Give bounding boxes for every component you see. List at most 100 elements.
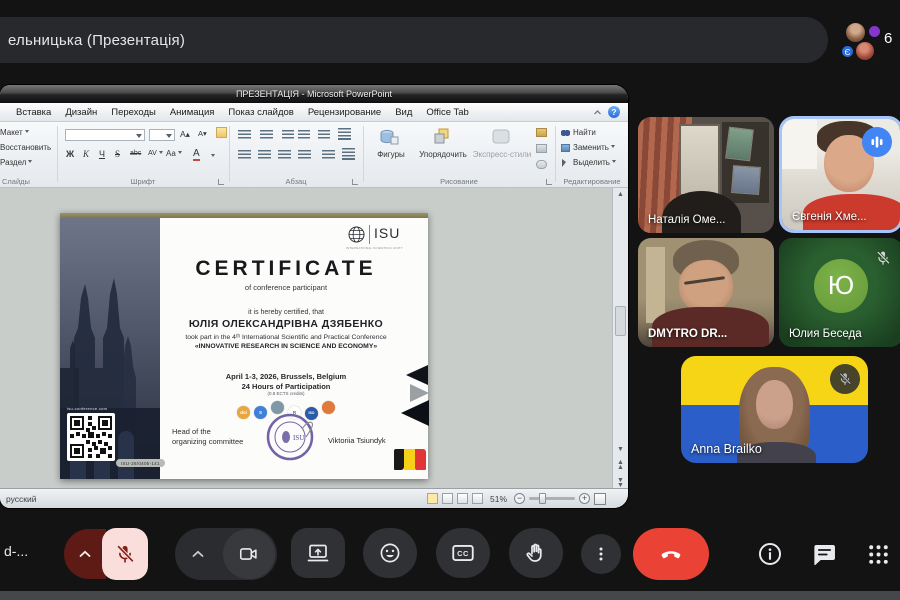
fit-to-window-icon[interactable]: [594, 493, 606, 505]
replace-button[interactable]: Заменить: [573, 143, 615, 152]
badge-doi: doi: [237, 406, 250, 419]
tile-anna[interactable]: Anna Brailko: [681, 356, 868, 463]
scrollbar-thumb[interactable]: [615, 306, 626, 336]
mic-muted-icon: [830, 364, 860, 394]
font-color-dropdown[interactable]: [211, 154, 215, 159]
font-dialog-launcher[interactable]: [218, 179, 224, 185]
mic-mute-button[interactable]: [102, 528, 148, 580]
tab-pokaz-slaydov[interactable]: Показ слайдов: [228, 107, 293, 118]
font-color-button[interactable]: A: [193, 148, 200, 161]
speaking-indicator-icon: [862, 127, 892, 157]
chat-button[interactable]: [811, 541, 838, 573]
hours-line: 24 Hours of Participation: [160, 382, 412, 391]
certificate-slide[interactable]: isu-conference.com ISU: [60, 213, 428, 479]
shared-screen-powerpoint[interactable]: ПРЕЗЕНТАЦІЯ - Microsoft PowerPoint Встав…: [0, 85, 628, 508]
align-left-icon[interactable]: [238, 150, 251, 160]
text-direction-icon[interactable]: [338, 128, 351, 141]
reset-button[interactable]: Восстановить: [0, 143, 51, 152]
certificate-id: ISU-26/0405-141: [116, 459, 165, 467]
next-slide-icon[interactable]: ▼▼: [614, 478, 627, 488]
paragraph-dialog-launcher[interactable]: [352, 179, 358, 185]
align-center-icon[interactable]: [258, 150, 271, 160]
reading-view-button[interactable]: [457, 493, 468, 504]
tab-perekhody[interactable]: Переходы: [111, 107, 156, 118]
recipient-name: ЮЛІЯ ОЛЕКСАНДРІВНА ДЗЯБЕНКО: [160, 318, 412, 330]
strikethrough-button[interactable]: S: [115, 149, 120, 159]
italic-button[interactable]: К: [83, 149, 89, 159]
captions-button[interactable]: CC: [436, 528, 490, 578]
help-icon[interactable]: ?: [608, 106, 620, 118]
arrange-button[interactable]: Упорядочить: [412, 150, 474, 159]
tile-yuliya[interactable]: Ю Юлия Беседа: [779, 238, 900, 347]
tile-dmytro[interactable]: DMYTRO DR...: [638, 238, 774, 347]
shadow-button[interactable]: abc: [130, 150, 141, 157]
more-options-button[interactable]: [581, 534, 621, 574]
numbering-icon[interactable]: [260, 130, 273, 140]
tab-vstavka[interactable]: Вставка: [16, 107, 51, 118]
powerpoint-canvas[interactable]: isu-conference.com ISU: [0, 188, 628, 490]
taskbar-edge: [0, 591, 900, 600]
find-button[interactable]: Найти: [573, 128, 596, 137]
reactions-button[interactable]: [363, 528, 417, 578]
sweater: [652, 307, 769, 347]
select-button[interactable]: Выделить: [573, 158, 616, 167]
bold-button[interactable]: Ж: [66, 149, 74, 159]
camera-options-button[interactable]: [185, 544, 211, 564]
drawing-dialog-launcher[interactable]: [546, 179, 552, 185]
arrange-icon[interactable]: [432, 127, 452, 147]
change-case-button[interactable]: Aa: [166, 149, 182, 158]
columns-icon[interactable]: [322, 150, 335, 160]
scroll-down-icon[interactable]: ▼: [614, 445, 627, 454]
zoom-slider-thumb[interactable]: [539, 493, 546, 504]
slideshow-view-button[interactable]: [472, 493, 483, 504]
font-name-combo[interactable]: [65, 129, 145, 141]
tab-office-tab[interactable]: Office Tab: [426, 107, 468, 118]
bullets-icon[interactable]: [238, 130, 251, 140]
underline-button[interactable]: Ч: [99, 149, 105, 159]
raise-hand-button[interactable]: [509, 528, 563, 578]
char-spacing-button[interactable]: AV: [148, 150, 163, 157]
shape-fill-icon[interactable]: [536, 128, 547, 137]
zoom-out-icon[interactable]: −: [514, 493, 525, 504]
camera-toggle-button[interactable]: [223, 529, 275, 579]
scroll-up-icon[interactable]: ▲: [614, 190, 627, 199]
zoom-in-icon[interactable]: +: [579, 493, 590, 504]
clear-format-icon[interactable]: [216, 127, 227, 138]
ribbon-collapse-icon[interactable]: [593, 109, 602, 116]
increase-indent-icon[interactable]: [298, 130, 310, 140]
shrink-font-button[interactable]: А▾: [198, 129, 207, 138]
section-button[interactable]: Раздел: [0, 158, 32, 167]
decrease-indent-icon[interactable]: [282, 130, 294, 140]
normal-view-button[interactable]: [427, 493, 438, 504]
avatar-letter: Є: [841, 45, 854, 58]
present-screen-button[interactable]: [291, 528, 345, 578]
participant-avatars[interactable]: Є: [840, 20, 884, 62]
font-size-combo[interactable]: [149, 129, 175, 141]
tab-vid[interactable]: Вид: [395, 107, 412, 118]
previous-slide-icon[interactable]: ▲▲: [614, 460, 627, 470]
tab-retsenzirovanie[interactable]: Рецензирование: [308, 107, 381, 118]
meeting-details-button[interactable]: [756, 540, 784, 573]
tile-yevheniia[interactable]: Євгенія Хме...: [779, 116, 900, 233]
activities-grid-button[interactable]: [866, 542, 891, 572]
mic-options-button[interactable]: [64, 529, 106, 579]
layout-button[interactable]: Макет: [0, 128, 29, 137]
shapes-icon[interactable]: [378, 127, 400, 147]
vertical-scrollbar[interactable]: ▲ ▼ ▲▲ ▼▼: [612, 188, 628, 490]
end-call-button[interactable]: [633, 528, 709, 580]
tile-natalia[interactable]: Наталія Оме...: [638, 117, 774, 233]
smartart-icon[interactable]: [342, 148, 355, 161]
shape-outline-icon[interactable]: [536, 144, 547, 153]
shapes-button[interactable]: Фигуры: [366, 150, 416, 159]
line-spacing-icon[interactable]: [318, 130, 330, 140]
door-edge: [646, 247, 665, 323]
zoom-slider[interactable]: [529, 497, 575, 500]
shape-effects-icon[interactable]: [536, 160, 547, 169]
grow-font-button[interactable]: А▴: [180, 129, 190, 140]
tab-dizayn[interactable]: Дизайн: [65, 107, 97, 118]
justify-icon[interactable]: [298, 150, 311, 160]
tab-animatsiya[interactable]: Анимация: [170, 107, 215, 118]
slide-sorter-view-button[interactable]: [442, 493, 453, 504]
quick-styles-button: Экспресс-стили: [472, 150, 532, 159]
align-right-icon[interactable]: [278, 150, 291, 160]
